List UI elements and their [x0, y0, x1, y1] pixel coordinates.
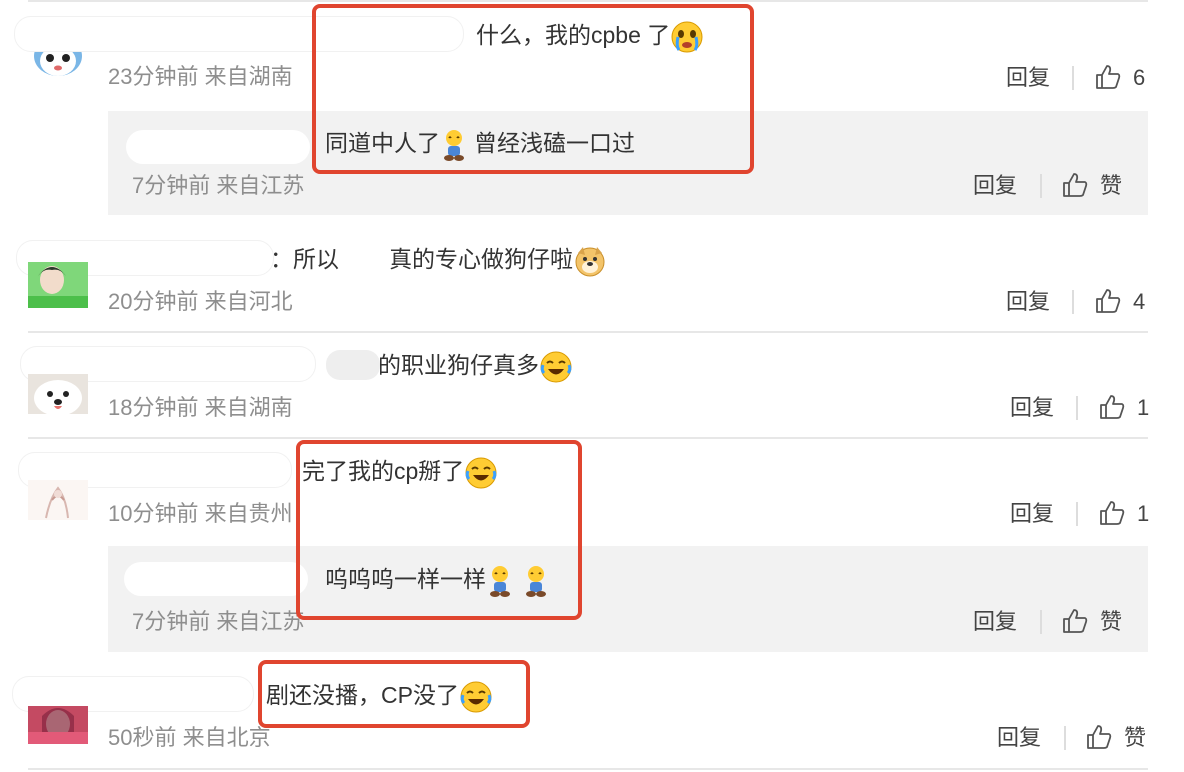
comment-time: 20分钟前: [108, 289, 199, 314]
thumbs-up-icon[interactable]: [1098, 393, 1126, 421]
divider: [28, 331, 1148, 333]
like-label[interactable]: 赞: [1100, 608, 1122, 636]
comment-meta: 50秒前 来自北京: [108, 724, 271, 752]
action-separator: [1040, 610, 1042, 634]
reply-username-mask: [124, 562, 308, 596]
avatar[interactable]: [28, 374, 88, 414]
action-separator: [1076, 396, 1078, 420]
comment-text: 的职业狗仔真多: [378, 350, 573, 384]
reply-meta: 7分钟前 来自江苏: [132, 172, 304, 200]
reply-time: 7分钟前: [132, 609, 211, 634]
highlight-box: [296, 440, 582, 620]
thumbs-up-icon[interactable]: [1098, 499, 1126, 527]
thumbs-up-icon[interactable]: [1094, 287, 1122, 315]
comment-location: 来自北京: [182, 725, 271, 750]
divider: [28, 437, 1148, 439]
like-count[interactable]: 1: [1137, 394, 1149, 422]
comment-meta: 10分钟前 来自贵州: [108, 500, 293, 528]
thumbs-up-icon[interactable]: [1061, 171, 1089, 199]
thumbs-up-icon[interactable]: [1061, 607, 1089, 635]
comment-location: 来自湖南: [204, 64, 293, 89]
reply-username-mask: [126, 130, 310, 164]
comment-time: 23分钟前: [108, 64, 199, 89]
reply-time: 7分钟前: [132, 173, 211, 198]
laughing-cry-emoji-icon: [540, 351, 572, 383]
doge-emoji-icon: [575, 247, 605, 277]
highlight-box: [258, 660, 530, 728]
comment-location: 来自贵州: [204, 501, 293, 526]
avatar[interactable]: [28, 262, 88, 308]
thumbs-up-icon[interactable]: [1094, 63, 1122, 91]
reply-button[interactable]: 回复: [973, 172, 1017, 200]
reply-location: 来自江苏: [216, 173, 305, 198]
thumbs-up-icon[interactable]: [1085, 723, 1113, 751]
highlight-box: [312, 4, 754, 174]
comment-meta: 18分钟前 来自湖南: [108, 394, 293, 422]
reply-location: 来自江苏: [216, 609, 305, 634]
divider: [28, 768, 1148, 770]
comment-location: 来自河北: [204, 289, 293, 314]
comment-text: ：所以 真的专心做狗仔啦: [270, 244, 607, 278]
action-separator: [1064, 726, 1066, 750]
avatar[interactable]: [28, 480, 88, 520]
action-separator: [1072, 290, 1074, 314]
like-label[interactable]: 赞: [1124, 724, 1146, 752]
action-separator: [1072, 66, 1074, 90]
comment-meta: 20分钟前 来自河北: [108, 288, 293, 316]
reply-button[interactable]: 回复: [1010, 500, 1054, 528]
reply-button[interactable]: 回复: [1006, 288, 1050, 316]
comment-location: 来自湖南: [204, 395, 293, 420]
divider: [28, 0, 1148, 2]
comment-time: 50秒前: [108, 725, 177, 750]
comment-time: 18分钟前: [108, 395, 199, 420]
comment-time: 10分钟前: [108, 501, 199, 526]
like-count[interactable]: 1: [1137, 500, 1149, 528]
like-count[interactable]: 6: [1133, 64, 1145, 92]
reply-meta: 7分钟前 来自江苏: [132, 608, 304, 636]
reply-button[interactable]: 回复: [1006, 64, 1050, 92]
action-separator: [1040, 174, 1042, 198]
like-count[interactable]: 4: [1133, 288, 1145, 316]
text-mask: [340, 242, 392, 276]
like-label[interactable]: 赞: [1100, 172, 1122, 200]
text-mask: [326, 350, 380, 380]
reply-button[interactable]: 回复: [1010, 394, 1054, 422]
comment-meta: 23分钟前 来自湖南: [108, 63, 293, 91]
action-separator: [1076, 502, 1078, 526]
reply-button[interactable]: 回复: [973, 608, 1017, 636]
avatar[interactable]: [28, 706, 88, 744]
reply-button[interactable]: 回复: [997, 724, 1041, 752]
